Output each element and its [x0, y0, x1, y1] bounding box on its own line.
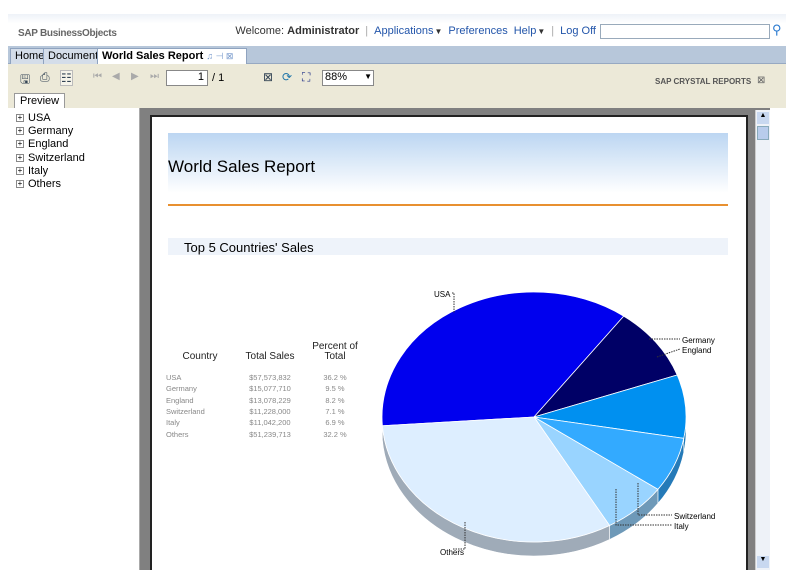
print-icon[interactable]: ⎙	[40, 70, 50, 85]
close-icon[interactable]: ⊠	[757, 75, 765, 86]
tree-node[interactable]: + Italy	[8, 164, 139, 177]
leader-line	[452, 292, 455, 313]
pie-label: Germany	[682, 336, 715, 345]
scroll-up-icon[interactable]: ▲	[757, 112, 769, 124]
tree-node[interactable]: + Germany	[8, 124, 139, 137]
sales-pie-chart: USA GermanyEngland SwitzerlandItaly Others	[381, 290, 715, 557]
last-page-icon[interactable]: ⏭	[150, 71, 159, 82]
viewer-toolbar	[8, 64, 786, 108]
page-total: / 1	[212, 72, 225, 84]
preview-tab[interactable]: Preview	[14, 93, 66, 109]
applications-menu[interactable]: Applications	[374, 25, 433, 37]
tree-node[interactable]: + Switzerland	[8, 151, 139, 164]
top-nav: Welcome: Administrator | Applications ▼ P…	[235, 25, 596, 37]
tab-world-sales-report[interactable]: World Sales Report ♫ ⊣ ⊠	[97, 48, 247, 65]
report-page: World Sales Report Top 5 Countries' Sale…	[150, 115, 748, 570]
pie-label: Italy	[674, 522, 689, 531]
group-tree: + USA + Germany + England + Switzerland + Italy + O…	[8, 108, 140, 570]
tree-node[interactable]: + Others	[8, 177, 139, 190]
tree-node[interactable]: + USA	[8, 111, 139, 124]
expand-icon[interactable]: +	[16, 153, 24, 162]
expand-icon[interactable]: +	[16, 126, 24, 135]
tree-node[interactable]: + England	[8, 138, 139, 151]
vertical-scrollbar[interactable]: ▲ ▼	[755, 110, 770, 570]
expand-icon[interactable]: +	[16, 140, 24, 149]
close-export-icon[interactable]: ⊠	[263, 70, 273, 84]
page-number-input[interactable]: 1	[166, 70, 208, 86]
tab-actions-icon[interactable]: ♫ ⊣ ⊠	[206, 51, 233, 61]
expand-icon[interactable]: +	[16, 113, 24, 122]
chevron-down-icon: ▼	[364, 72, 372, 81]
pie-label: England	[682, 346, 711, 355]
preferences-link[interactable]: Preferences	[448, 25, 507, 37]
pie-label: Switzerland	[674, 512, 715, 521]
tab-bar: Home Documents World Sales Report ♫ ⊣ ⊠	[8, 46, 786, 65]
expand-icon[interactable]: +	[16, 180, 24, 189]
find-icon[interactable]: ⛶	[302, 70, 310, 85]
expand-icon[interactable]: +	[16, 166, 24, 175]
sap-crystal-reports-brand: SAP CRYSTAL REPORTS	[655, 77, 752, 86]
scroll-thumb[interactable]	[757, 126, 769, 140]
export-icon[interactable]: 🖫	[20, 70, 30, 91]
log-off-link[interactable]: Log Off	[560, 25, 596, 37]
group-tree-icon[interactable]: ☷	[60, 70, 73, 86]
search-icon[interactable]: ⚲	[772, 22, 782, 38]
next-page-icon[interactable]: ▶	[131, 71, 139, 82]
welcome-label: Welcome: Administrator	[235, 25, 360, 37]
pie-label: USA	[434, 290, 451, 299]
sap-logo: SAP BusinessObjects	[18, 28, 117, 39]
pie-label: Others	[440, 548, 464, 557]
first-page-icon[interactable]: ⏮	[93, 71, 102, 82]
refresh-icon[interactable]: ⟳	[282, 70, 292, 84]
prev-page-icon[interactable]: ◀	[112, 71, 120, 82]
scroll-down-icon[interactable]: ▼	[757, 556, 769, 568]
search-input[interactable]	[600, 24, 770, 39]
help-menu[interactable]: Help	[514, 25, 537, 37]
zoom-select[interactable]: 88% ▼	[322, 70, 374, 86]
